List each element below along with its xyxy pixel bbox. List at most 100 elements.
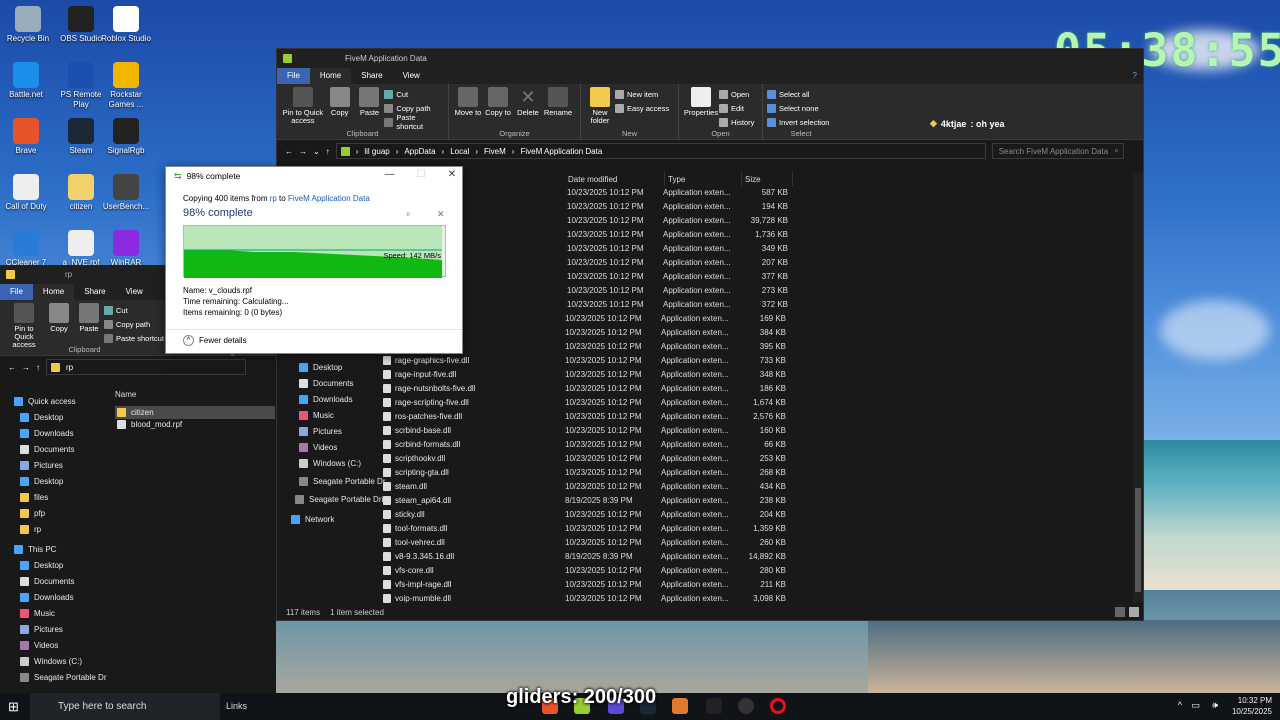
- windows-start-icon[interactable]: ⊞: [8, 699, 19, 715]
- paste-button[interactable]: Paste: [355, 87, 385, 117]
- large-icons-view-icon[interactable]: [1129, 607, 1139, 617]
- nav-this-pc[interactable]: This PC: [14, 545, 56, 554]
- properties-button[interactable]: Properties: [683, 87, 719, 117]
- scrollbar[interactable]: [1133, 172, 1143, 602]
- desktop-icon[interactable]: UserBench...: [100, 174, 152, 212]
- source-link[interactable]: rp: [270, 194, 277, 203]
- table-row[interactable]: rage-input-five.dll 10/23/2025 10:12 PM Ap…: [383, 367, 786, 381]
- close-icon[interactable]: ✕: [448, 169, 456, 180]
- nav-item[interactable]: Pictures: [20, 461, 63, 470]
- nav-item[interactable]: Desktop: [20, 477, 63, 486]
- column-header-date[interactable]: Date modified: [568, 172, 668, 186]
- easy-access-button[interactable]: Easy access: [615, 102, 669, 114]
- app-taskbar-icon[interactable]: [672, 698, 688, 714]
- copy-to-button[interactable]: Copy to: [483, 87, 513, 117]
- scrollbar-thumb[interactable]: [1135, 488, 1141, 592]
- tab-share[interactable]: Share: [74, 284, 115, 300]
- table-row[interactable]: scripting-gta.dll 10/23/2025 10:12 PM Appl…: [383, 465, 786, 479]
- table-row[interactable]: scripthookv.dll 10/23/2025 10:12 PM Applic…: [383, 451, 786, 465]
- list-item-selected[interactable]: citizen: [115, 406, 275, 419]
- breadcrumb-separator[interactable]: ›: [442, 147, 445, 156]
- copy-button[interactable]: Copy: [325, 87, 355, 117]
- tab-home[interactable]: Home: [309, 68, 352, 84]
- breadcrumb-item[interactable]: FiveM Application Data: [520, 147, 602, 156]
- table-row[interactable]: voip-mumble.dll 10/23/2025 10:12 PM Applic…: [383, 591, 786, 605]
- paste-shortcut-button[interactable]: Paste shortcut: [384, 113, 444, 131]
- invert-selection-button[interactable]: Invert selection: [767, 116, 829, 128]
- table-row[interactable]: ros-patches-five.dll 10/23/2025 10:12 PM A…: [383, 409, 786, 423]
- list-item[interactable]: blood_mod.rpf: [117, 420, 182, 429]
- delete-button[interactable]: ✕ Delete: [513, 87, 543, 117]
- breadcrumb-item[interactable]: AppData: [404, 147, 435, 156]
- nav-item[interactable]: Documents: [20, 445, 74, 454]
- nav-item[interactable]: Desktop: [299, 363, 342, 372]
- pin-quick-access-button[interactable]: Pin to Quick access: [281, 87, 325, 125]
- minimize-icon[interactable]: —: [385, 169, 395, 180]
- table-row[interactable]: rage-nutsnbolts-five.dll 10/23/2025 10:12…: [383, 381, 786, 395]
- opera-taskbar-icon[interactable]: [770, 698, 786, 714]
- up-arrow-icon[interactable]: ↑: [326, 147, 330, 156]
- breadcrumb-item[interactable]: Local: [450, 147, 469, 156]
- tab-file[interactable]: File: [277, 68, 310, 84]
- table-row[interactable]: scrbind-base.dll 10/23/2025 10:12 PM Appli…: [383, 423, 786, 437]
- nav-item[interactable]: Downloads: [299, 395, 353, 404]
- tray-clock[interactable]: 10:32 PM 10/25/2025: [1232, 695, 1272, 717]
- nav-item[interactable]: Videos: [299, 443, 337, 452]
- destination-link[interactable]: FiveM Application Data: [288, 194, 370, 203]
- breadcrumb-separator[interactable]: ›: [475, 147, 478, 156]
- chevron-up-icon[interactable]: ^: [1178, 700, 1182, 710]
- nav-item[interactable]: Downloads: [20, 429, 74, 438]
- nav-item[interactable]: Windows (C:): [20, 657, 82, 666]
- new-item-button[interactable]: New item: [615, 88, 669, 100]
- nav-item[interactable]: Pictures: [20, 625, 63, 634]
- nav-item[interactable]: Seagate Portable Dr: [20, 673, 107, 682]
- desktop-icon[interactable]: WinRAR: [100, 230, 152, 268]
- nav-quick-access[interactable]: Quick access: [14, 397, 76, 406]
- nav-item[interactable]: Documents: [299, 379, 353, 388]
- table-row[interactable]: steam.dll 10/23/2025 10:12 PM Application …: [383, 479, 786, 493]
- cancel-icon[interactable]: ✕: [437, 209, 445, 220]
- taskbar-search[interactable]: Type here to search: [30, 693, 220, 720]
- table-row[interactable]: vfs-core.dll 10/23/2025 10:12 PM Applicati…: [383, 563, 786, 577]
- cut-button[interactable]: Cut: [384, 88, 444, 100]
- network-icon[interactable]: ▭: [1191, 700, 1200, 711]
- nav-item[interactable]: Pictures: [299, 427, 342, 436]
- paste-shortcut-button[interactable]: Paste shortcut: [104, 332, 164, 344]
- desktop-icon[interactable]: Rockstar Games ...: [100, 62, 152, 110]
- table-row[interactable]: v8-9.3.345.16.dll 8/19/2025 8:39 PM Applic…: [383, 549, 786, 563]
- tab-home[interactable]: Home: [32, 284, 75, 300]
- breadcrumb[interactable]: › lil guap › AppData › Local › FiveM › FiveM Appl…: [335, 143, 986, 159]
- history-button[interactable]: History: [719, 116, 754, 128]
- table-row[interactable]: steam_api64.dll 8/19/2025 8:39 PM Applicat…: [383, 493, 786, 507]
- nav-item[interactable]: Seagate Portable Driv: [295, 495, 387, 504]
- pin-quick-access-button[interactable]: Pin to Quick access: [4, 303, 44, 349]
- move-to-button[interactable]: Move to: [453, 87, 483, 117]
- app-taskbar-icon[interactable]: [738, 698, 754, 714]
- nav-item[interactable]: Network: [291, 515, 334, 524]
- table-row[interactable]: sticky.dll 10/23/2025 10:12 PM Application…: [383, 507, 786, 521]
- desktop-icon[interactable]: Brave: [0, 118, 52, 156]
- links-toolbar[interactable]: Links: [226, 701, 247, 711]
- nav-item[interactable]: Desktop: [20, 561, 63, 570]
- nav-item[interactable]: rp: [20, 525, 41, 534]
- rename-button[interactable]: Rename: [543, 87, 573, 117]
- speaker-icon[interactable]: 🕪: [1212, 700, 1218, 711]
- nav-item[interactable]: Videos: [20, 641, 58, 650]
- tab-view[interactable]: View: [116, 284, 153, 300]
- nav-item[interactable]: Music: [299, 411, 334, 420]
- edit-button[interactable]: Edit: [719, 102, 754, 114]
- nav-item[interactable]: Seagate Portable Dr: [299, 477, 386, 486]
- details-view-icon[interactable]: [1115, 607, 1125, 617]
- breadcrumb-separator[interactable]: ›: [396, 147, 399, 156]
- nav-item[interactable]: Music: [20, 609, 55, 618]
- paste-button[interactable]: Paste: [74, 303, 104, 333]
- nav-item[interactable]: files: [20, 493, 48, 502]
- desktop-icon[interactable]: Call of Duty: [0, 174, 52, 212]
- table-row[interactable]: vfs-impl-rage.dll 10/23/2025 10:12 PM Appl…: [383, 577, 786, 591]
- breadcrumb-item[interactable]: FiveM: [484, 147, 506, 156]
- column-header-size[interactable]: Size: [741, 172, 793, 186]
- recent-locations-icon[interactable]: ⌄: [313, 147, 320, 156]
- cut-button[interactable]: Cut: [104, 304, 164, 316]
- fewer-details-button[interactable]: ^ Fewer details: [183, 335, 247, 346]
- tab-share[interactable]: Share: [351, 68, 392, 84]
